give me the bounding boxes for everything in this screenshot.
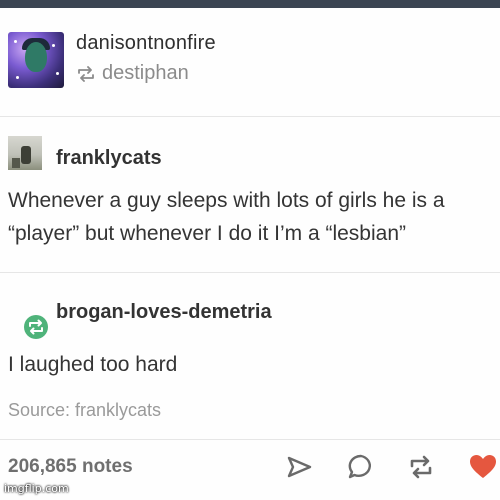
- reblog-icon: [410, 455, 432, 479]
- avatar-star: [52, 44, 55, 47]
- reply-button[interactable]: [346, 452, 376, 482]
- divider: [0, 116, 500, 117]
- heart-icon: [470, 455, 496, 478]
- via-reblog-icon: [78, 65, 94, 82]
- avatar-star: [16, 76, 19, 79]
- avatar-figure: [12, 158, 20, 168]
- avatar-star: [56, 72, 59, 75]
- top-bar: [0, 0, 500, 8]
- reblog-badge-icon: [24, 315, 48, 339]
- notes-count[interactable]: 206,865 notes: [8, 456, 133, 478]
- avatar-star: [14, 40, 17, 43]
- divider: [0, 439, 500, 440]
- divider: [0, 272, 500, 273]
- like-button[interactable]: [468, 452, 498, 482]
- reblog-button[interactable]: [406, 452, 436, 482]
- reblogger-username[interactable]: danisontnonfire: [76, 32, 216, 55]
- original-username[interactable]: franklycats: [56, 147, 162, 170]
- watermark: imgflip.com: [4, 482, 69, 495]
- reply-icon: [348, 454, 371, 479]
- via-username[interactable]: destiphan: [102, 62, 189, 85]
- source-link[interactable]: Source: franklycats: [8, 400, 161, 421]
- via-row: destiphan: [76, 62, 189, 85]
- reblog-header: danisontnonfire destiphan: [0, 18, 500, 98]
- reblog-username[interactable]: brogan-loves-demetria: [56, 301, 272, 324]
- post-card: danisontnonfire destiphan franklycats Wh…: [0, 8, 500, 500]
- reblog-comment: I laughed too hard: [8, 353, 178, 376]
- post-footer: 206,865 notes: [0, 444, 500, 484]
- avatar[interactable]: [8, 136, 42, 170]
- original-post-text: Whenever a guy sleeps with lots of girls…: [8, 189, 445, 245]
- share-icon: [287, 456, 312, 478]
- share-button[interactable]: [284, 452, 314, 482]
- avatar-figure: [21, 146, 31, 164]
- avatar-face: [25, 42, 47, 72]
- avatar[interactable]: [8, 32, 64, 88]
